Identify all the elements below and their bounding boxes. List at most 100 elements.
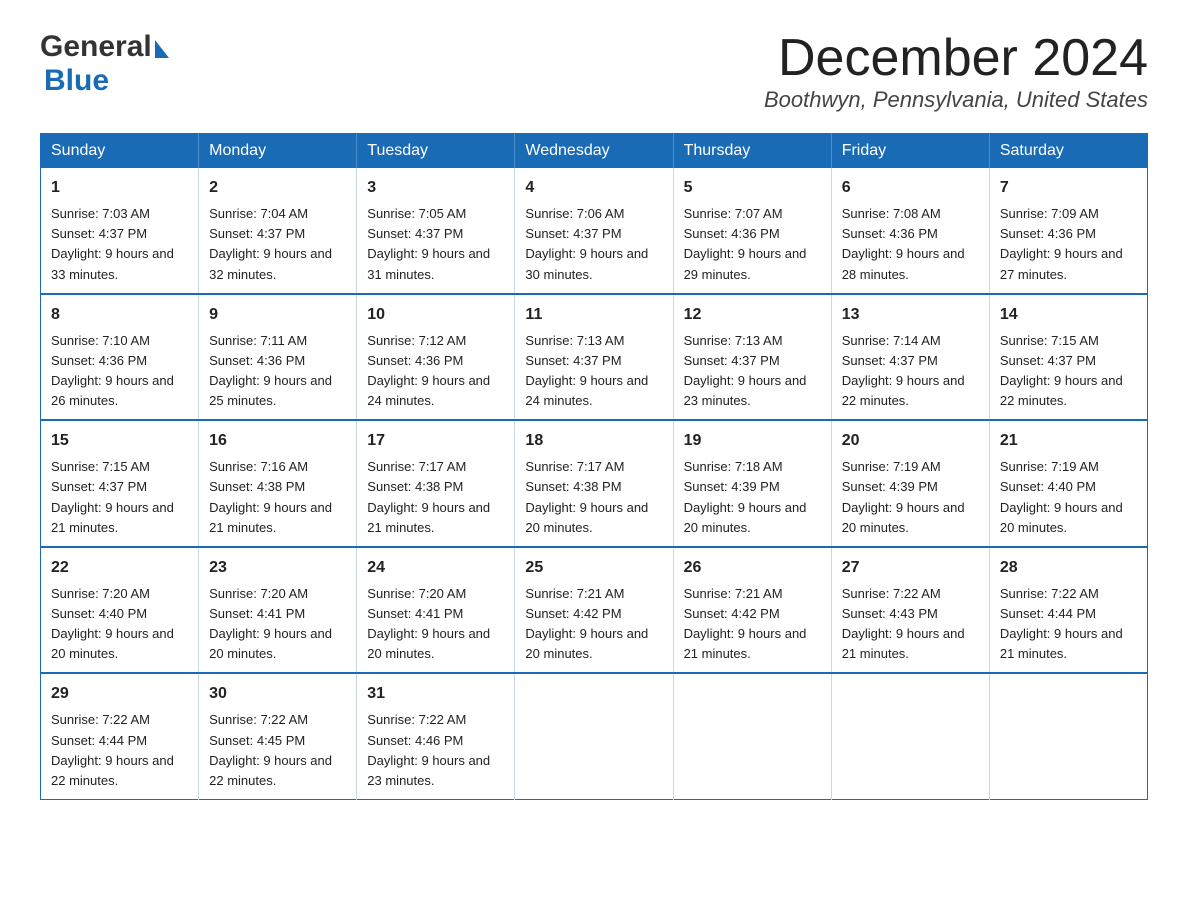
calendar-day-cell: 10 Sunrise: 7:12 AMSunset: 4:36 PMDayligh… xyxy=(357,294,515,421)
day-info: Sunrise: 7:13 AMSunset: 4:37 PMDaylight:… xyxy=(525,333,648,408)
day-info: Sunrise: 7:21 AMSunset: 4:42 PMDaylight:… xyxy=(684,586,807,661)
calendar-day-cell: 18 Sunrise: 7:17 AMSunset: 4:38 PMDayligh… xyxy=(515,420,673,547)
day-info: Sunrise: 7:20 AMSunset: 4:41 PMDaylight:… xyxy=(209,586,332,661)
calendar-day-header: Tuesday xyxy=(357,134,515,169)
day-number: 27 xyxy=(842,556,979,580)
day-number: 11 xyxy=(525,303,662,327)
day-info: Sunrise: 7:22 AMSunset: 4:44 PMDaylight:… xyxy=(1000,586,1123,661)
day-number: 16 xyxy=(209,429,346,453)
calendar-table: SundayMondayTuesdayWednesdayThursdayFrid… xyxy=(40,133,1148,800)
day-number: 7 xyxy=(1000,176,1137,200)
calendar-week-row: 29Sunrise: 7:22 AMSunset: 4:44 PMDayligh… xyxy=(41,673,1148,799)
day-info: Sunrise: 7:17 AMSunset: 4:38 PMDaylight:… xyxy=(367,459,490,534)
day-info: Sunrise: 7:07 AMSunset: 4:36 PMDaylight:… xyxy=(684,206,807,281)
day-number: 3 xyxy=(367,176,504,200)
calendar-day-cell: 11 Sunrise: 7:13 AMSunset: 4:37 PMDayligh… xyxy=(515,294,673,421)
day-number: 19 xyxy=(684,429,821,453)
day-number: 29 xyxy=(51,682,188,706)
day-number: 24 xyxy=(367,556,504,580)
calendar-day-cell: 7 Sunrise: 7:09 AMSunset: 4:36 PMDaylight… xyxy=(989,168,1147,294)
calendar-day-cell: 30 Sunrise: 7:22 AMSunset: 4:45 PMDayligh… xyxy=(199,673,357,799)
calendar-day-cell: 23 Sunrise: 7:20 AMSunset: 4:41 PMDayligh… xyxy=(199,547,357,674)
title-area: December 2024 Boothwyn, Pennsylvania, Un… xyxy=(764,30,1148,113)
calendar-day-cell: 29Sunrise: 7:22 AMSunset: 4:44 PMDayligh… xyxy=(41,673,199,799)
day-number: 23 xyxy=(209,556,346,580)
calendar-week-row: 1Sunrise: 7:03 AMSunset: 4:37 PMDaylight… xyxy=(41,168,1148,294)
calendar-day-cell: 31 Sunrise: 7:22 AMSunset: 4:46 PMDayligh… xyxy=(357,673,515,799)
calendar-day-cell xyxy=(673,673,831,799)
calendar-day-header: Saturday xyxy=(989,134,1147,169)
calendar-week-row: 22 Sunrise: 7:20 AMSunset: 4:40 PMDayligh… xyxy=(41,547,1148,674)
day-number: 31 xyxy=(367,682,504,706)
day-number: 5 xyxy=(684,176,821,200)
day-number: 25 xyxy=(525,556,662,580)
calendar-day-cell: 13Sunrise: 7:14 AMSunset: 4:37 PMDayligh… xyxy=(831,294,989,421)
calendar-day-cell: 16 Sunrise: 7:16 AMSunset: 4:38 PMDayligh… xyxy=(199,420,357,547)
calendar-day-cell: 19 Sunrise: 7:18 AMSunset: 4:39 PMDayligh… xyxy=(673,420,831,547)
calendar-day-cell: 25 Sunrise: 7:21 AMSunset: 4:42 PMDayligh… xyxy=(515,547,673,674)
calendar-day-cell: 17 Sunrise: 7:17 AMSunset: 4:38 PMDayligh… xyxy=(357,420,515,547)
calendar-day-cell: 1Sunrise: 7:03 AMSunset: 4:37 PMDaylight… xyxy=(41,168,199,294)
calendar-day-header: Thursday xyxy=(673,134,831,169)
month-title: December 2024 xyxy=(764,30,1148,87)
day-info: Sunrise: 7:10 AMSunset: 4:36 PMDaylight:… xyxy=(51,333,174,408)
day-number: 10 xyxy=(367,303,504,327)
calendar-day-cell: 5 Sunrise: 7:07 AMSunset: 4:36 PMDaylight… xyxy=(673,168,831,294)
day-info: Sunrise: 7:19 AMSunset: 4:40 PMDaylight:… xyxy=(1000,459,1123,534)
day-info: Sunrise: 7:16 AMSunset: 4:38 PMDaylight:… xyxy=(209,459,332,534)
calendar-header-row: SundayMondayTuesdayWednesdayThursdayFrid… xyxy=(41,134,1148,169)
day-number: 17 xyxy=(367,429,504,453)
calendar-day-cell xyxy=(515,673,673,799)
calendar-day-cell: 12Sunrise: 7:13 AMSunset: 4:37 PMDayligh… xyxy=(673,294,831,421)
day-number: 15 xyxy=(51,429,188,453)
day-number: 28 xyxy=(1000,556,1137,580)
location-subtitle: Boothwyn, Pennsylvania, United States xyxy=(764,87,1148,113)
day-number: 8 xyxy=(51,303,188,327)
day-info: Sunrise: 7:12 AMSunset: 4:36 PMDaylight:… xyxy=(367,333,490,408)
day-number: 1 xyxy=(51,176,188,200)
day-info: Sunrise: 7:20 AMSunset: 4:40 PMDaylight:… xyxy=(51,586,174,661)
page-header: General Blue December 2024 Boothwyn, Pen… xyxy=(40,30,1148,113)
day-number: 14 xyxy=(1000,303,1137,327)
calendar-day-cell: 15 Sunrise: 7:15 AMSunset: 4:37 PMDayligh… xyxy=(41,420,199,547)
day-info: Sunrise: 7:21 AMSunset: 4:42 PMDaylight:… xyxy=(525,586,648,661)
day-number: 4 xyxy=(525,176,662,200)
calendar-day-cell: 26 Sunrise: 7:21 AMSunset: 4:42 PMDayligh… xyxy=(673,547,831,674)
day-info: Sunrise: 7:18 AMSunset: 4:39 PMDaylight:… xyxy=(684,459,807,534)
day-info: Sunrise: 7:15 AMSunset: 4:37 PMDaylight:… xyxy=(1000,333,1123,408)
calendar-week-row: 8 Sunrise: 7:10 AMSunset: 4:36 PMDaylight… xyxy=(41,294,1148,421)
calendar-day-cell: 28 Sunrise: 7:22 AMSunset: 4:44 PMDayligh… xyxy=(989,547,1147,674)
day-number: 2 xyxy=(209,176,346,200)
day-info: Sunrise: 7:13 AMSunset: 4:37 PMDaylight:… xyxy=(684,333,807,408)
day-number: 21 xyxy=(1000,429,1137,453)
day-info: Sunrise: 7:17 AMSunset: 4:38 PMDaylight:… xyxy=(525,459,648,534)
calendar-day-cell xyxy=(989,673,1147,799)
day-number: 6 xyxy=(842,176,979,200)
day-number: 26 xyxy=(684,556,821,580)
calendar-day-cell: 20Sunrise: 7:19 AMSunset: 4:39 PMDayligh… xyxy=(831,420,989,547)
calendar-day-cell: 9Sunrise: 7:11 AMSunset: 4:36 PMDaylight… xyxy=(199,294,357,421)
day-info: Sunrise: 7:19 AMSunset: 4:39 PMDaylight:… xyxy=(842,459,965,534)
calendar-day-cell: 6Sunrise: 7:08 AMSunset: 4:36 PMDaylight… xyxy=(831,168,989,294)
day-number: 18 xyxy=(525,429,662,453)
day-info: Sunrise: 7:15 AMSunset: 4:37 PMDaylight:… xyxy=(51,459,174,534)
day-number: 22 xyxy=(51,556,188,580)
day-info: Sunrise: 7:09 AMSunset: 4:36 PMDaylight:… xyxy=(1000,206,1123,281)
logo-blue-text: Blue xyxy=(44,64,109,97)
calendar-day-cell: 8 Sunrise: 7:10 AMSunset: 4:36 PMDaylight… xyxy=(41,294,199,421)
day-number: 30 xyxy=(209,682,346,706)
calendar-day-header: Friday xyxy=(831,134,989,169)
day-info: Sunrise: 7:22 AMSunset: 4:45 PMDaylight:… xyxy=(209,712,332,787)
day-info: Sunrise: 7:05 AMSunset: 4:37 PMDaylight:… xyxy=(367,206,490,281)
calendar-day-header: Monday xyxy=(199,134,357,169)
day-number: 13 xyxy=(842,303,979,327)
calendar-day-cell: 21 Sunrise: 7:19 AMSunset: 4:40 PMDayligh… xyxy=(989,420,1147,547)
day-info: Sunrise: 7:06 AMSunset: 4:37 PMDaylight:… xyxy=(525,206,648,281)
day-info: Sunrise: 7:20 AMSunset: 4:41 PMDaylight:… xyxy=(367,586,490,661)
calendar-day-header: Wednesday xyxy=(515,134,673,169)
calendar-day-cell: 22 Sunrise: 7:20 AMSunset: 4:40 PMDayligh… xyxy=(41,547,199,674)
calendar-day-cell: 3 Sunrise: 7:05 AMSunset: 4:37 PMDaylight… xyxy=(357,168,515,294)
day-number: 9 xyxy=(209,303,346,327)
day-info: Sunrise: 7:22 AMSunset: 4:46 PMDaylight:… xyxy=(367,712,490,787)
day-info: Sunrise: 7:22 AMSunset: 4:43 PMDaylight:… xyxy=(842,586,965,661)
